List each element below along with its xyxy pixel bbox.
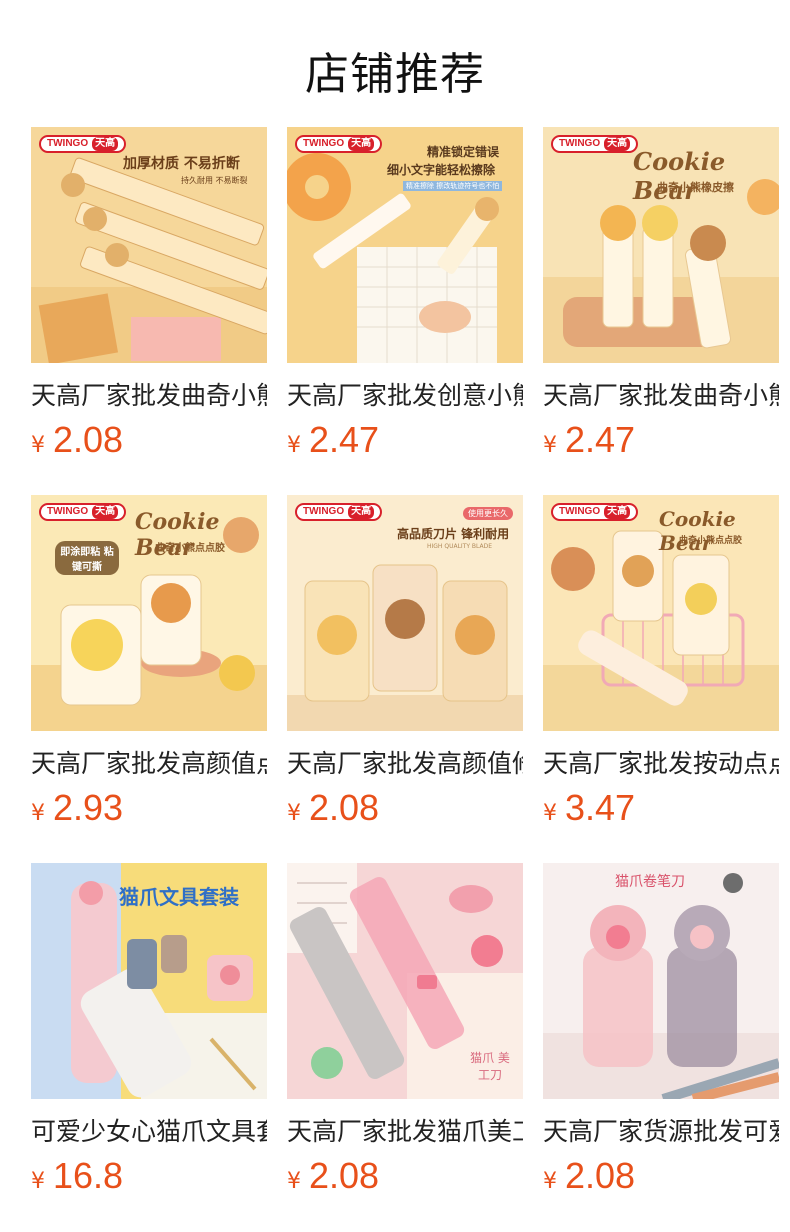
product-image[interactable]: TWINGO 天高 Cookie Bear 曲奇小熊橡皮擦: [543, 127, 779, 363]
currency-symbol: ¥: [31, 433, 45, 458]
price-amount: 2.93: [53, 787, 124, 828]
product-image[interactable]: 猫爪 美工刀: [287, 863, 523, 1099]
product-image[interactable]: TWINGO 天高 Cookie Bear 曲奇小熊点点胶: [543, 495, 779, 731]
image-caption: 高品质刀片 锋利耐用: [397, 527, 510, 541]
product-card[interactable]: 猫爪文具套装 可爱少女心猫爪文具套装 ¥ 16.8: [31, 863, 267, 1199]
product-card[interactable]: 猫爪 美工刀 天高厂家批发猫爪美工刀 ¥ 2.08: [287, 863, 523, 1199]
currency-symbol: ¥: [31, 801, 45, 826]
image-caption: 加厚材质 不易折断: [123, 156, 240, 172]
product-card[interactable]: TWINGO 天高 高品质刀片 锋利耐用 HIGH QUALITY BLADE 使…: [287, 495, 523, 831]
currency-symbol: ¥: [543, 1169, 557, 1194]
image-caption: 即涂即粘 粘键可撕: [55, 541, 119, 575]
image-caption: Cookie Bear: [659, 507, 736, 555]
currency-symbol: ¥: [543, 433, 557, 458]
product-card[interactable]: TWINGO天高 加厚材质 不易折断 持久耐用 不易断裂 天高厂家批发曲奇小熊直…: [31, 127, 267, 463]
image-caption: 猫爪 美工刀: [470, 1051, 510, 1082]
product-card[interactable]: TWINGO 天高 精准锁定错误 细小文字能轻松擦除 精准擦除 擦改轨迹符号也不怕…: [287, 127, 523, 463]
product-name[interactable]: 天高厂家批发高颜值点点胶: [31, 747, 267, 781]
price-amount: 16.8: [53, 1155, 124, 1196]
product-price: ¥ 3.47: [543, 787, 779, 831]
product-price: ¥ 2.93: [31, 787, 267, 831]
product-image[interactable]: 猫爪卷笔刀: [543, 863, 779, 1099]
product-name[interactable]: 天高厂家批发曲奇小熊直尺: [31, 379, 267, 413]
brand-badge: TWINGO 天高: [295, 135, 383, 153]
product-price: ¥ 2.08: [287, 1155, 523, 1199]
brand-badge: TWINGO 天高: [551, 135, 639, 153]
image-caption: 曲奇小熊点点胶: [679, 536, 743, 546]
product-name[interactable]: 天高厂家批发曲奇小熊橡皮擦: [543, 379, 779, 413]
price-amount: 2.08: [309, 1155, 380, 1196]
brand-badge: TWINGO 天高: [39, 135, 127, 153]
currency-symbol: ¥: [287, 1169, 301, 1194]
product-card[interactable]: TWINGO天高 Cookie Bear 曲奇小熊点点胶 天高厂家批发按动点点胶…: [543, 495, 779, 831]
product-price: ¥ 2.47: [287, 419, 523, 463]
product-name[interactable]: 天高厂家批发高颜值修正带: [287, 747, 523, 781]
brand-badge: TWINGO 天高: [39, 503, 127, 521]
currency-symbol: ¥: [287, 433, 301, 458]
product-price: ¥ 2.08: [31, 419, 267, 463]
price-amount: 2.47: [309, 419, 380, 460]
product-price: ¥ 2.08: [287, 787, 523, 831]
product-name[interactable]: 天高厂家批发猫爪美工刀: [287, 1115, 523, 1149]
image-caption: 细小文字能轻松擦除: [387, 163, 496, 177]
price-amount: 2.08: [309, 787, 380, 828]
brand-badge: TWINGO 天高: [551, 503, 639, 521]
product-card[interactable]: TWINGO 天高 Cookie Bear 曲奇小熊点点胶 即涂即粘 粘键可撕 天…: [31, 495, 267, 831]
currency-symbol: ¥: [287, 801, 301, 826]
product-card[interactable]: 猫爪卷笔刀 天高厂家货源批发可爱卷笔刀 ¥ 2.08: [543, 863, 779, 1199]
image-caption: Cookie Bear: [633, 147, 726, 205]
section-title: 店铺推荐: [305, 49, 485, 100]
image-caption: 曲奇小熊点点胶: [155, 543, 225, 554]
product-name[interactable]: 天高厂家批发按动点点胶: [543, 747, 779, 781]
image-caption: 猫爪卷笔刀: [615, 874, 685, 890]
product-price: ¥ 2.47: [543, 419, 779, 463]
product-image[interactable]: 猫爪文具套装: [31, 863, 267, 1099]
price-amount: 2.08: [53, 419, 124, 460]
image-caption: 使用更长久: [463, 507, 513, 520]
image-caption: HIGH QUALITY BLADE: [427, 543, 493, 550]
brand-badge: TWINGO 天高: [295, 503, 383, 521]
image-caption: 精准擦除 擦改轨迹符号也不怕: [403, 181, 503, 191]
product-card[interactable]: TWINGO天高 Cookie Bear 曲奇小熊橡皮擦 天高厂家批发曲奇小熊橡…: [543, 127, 779, 463]
product-name[interactable]: 天高厂家批发创意小熊橡皮: [287, 379, 523, 413]
product-image[interactable]: TWINGO 天高 加厚材质 不易折断 持久耐用 不易断裂: [31, 127, 267, 363]
image-caption: 持久耐用 不易断裂: [181, 176, 248, 185]
recommend-page: 店铺推荐 TWINGO 天高 加厚材质 不易折断 持久耐用 不易断裂 天高厂家批…: [0, 0, 790, 1232]
product-name[interactable]: 天高厂家货源批发可爱卷笔刀: [543, 1115, 779, 1149]
product-name[interactable]: 可爱少女心猫爪文具套装: [31, 1115, 267, 1149]
price-amount: 2.47: [565, 419, 636, 460]
product-image[interactable]: TWINGO 天高 高品质刀片 锋利耐用 HIGH QUALITY BLADE 使…: [287, 495, 523, 731]
price-amount: 2.08: [565, 1155, 636, 1196]
product-price: ¥ 2.08: [543, 1155, 779, 1199]
image-caption: 猫爪文具套装: [119, 885, 239, 909]
currency-symbol: ¥: [31, 1169, 45, 1194]
image-caption: 精准锁定错误: [427, 145, 500, 159]
price-amount: 3.47: [565, 787, 636, 828]
product-image[interactable]: TWINGO 天高 精准锁定错误 细小文字能轻松擦除 精准擦除 擦改轨迹符号也不怕: [287, 127, 523, 363]
currency-symbol: ¥: [543, 801, 557, 826]
product-price: ¥ 16.8: [31, 1155, 267, 1199]
product-image[interactable]: TWINGO 天高 Cookie Bear 曲奇小熊点点胶 即涂即粘 粘键可撕: [31, 495, 267, 731]
image-caption: 曲奇小熊橡皮擦: [657, 181, 734, 194]
